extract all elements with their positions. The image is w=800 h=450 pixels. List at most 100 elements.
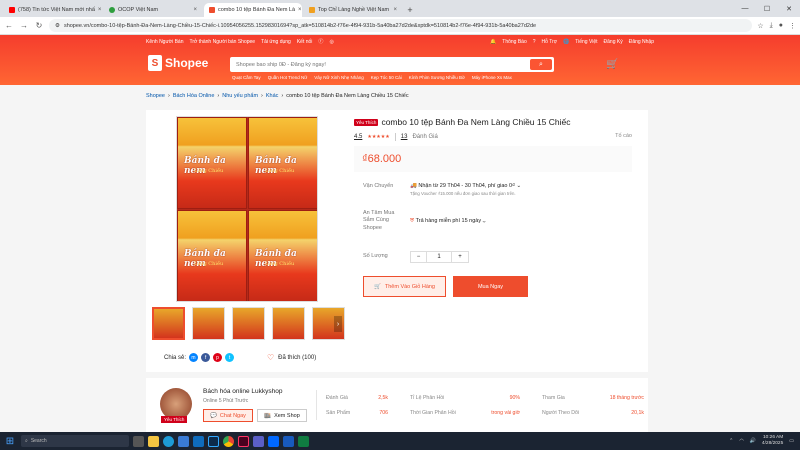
language-select[interactable]: Tiếng Việt [575, 39, 597, 45]
breadcrumb-khac[interactable]: Khác [266, 93, 279, 99]
store-icon: 🏬 [264, 412, 272, 419]
download-app-link[interactable]: Tải ứng dụng [261, 39, 291, 45]
edge-icon[interactable] [163, 435, 174, 447]
url-field[interactable]: ⚙ shopee.vn/combo-10-tệp-Bánh-Đa-Nem-Làn… [49, 19, 753, 32]
login-link[interactable]: Đăng Nhập [629, 39, 654, 45]
photoshop-icon[interactable] [208, 435, 219, 447]
notifications-link[interactable]: Thông Báo [502, 39, 526, 45]
messenger-icon[interactable]: m [189, 353, 199, 362]
excel-icon[interactable] [298, 435, 309, 447]
maximize-icon[interactable]: ☐ [756, 0, 778, 17]
thumbnail[interactable] [232, 307, 265, 340]
wifi-icon[interactable]: ◠ [739, 438, 743, 444]
facebook-icon[interactable]: f [201, 353, 211, 362]
chat-now-button[interactable]: 💬 Chat Ngay [203, 409, 253, 422]
zalo-icon[interactable] [268, 435, 279, 447]
breadcrumb-bach-hoa[interactable]: Bách Hóa Online [173, 93, 215, 99]
task-view-icon[interactable] [133, 435, 144, 447]
product-main-image[interactable]: Bánh đa nem Làng Chiều Bánh đa nem Làng Ch… [176, 116, 318, 302]
cart-icon[interactable]: 🛒 [606, 59, 618, 70]
seller-centre-link[interactable]: Kênh Người Bán [146, 39, 183, 45]
volume-icon[interactable]: 🔊 [750, 438, 756, 444]
keyword-link[interactable]: Máy iPhone Xs Max [472, 75, 512, 80]
download-icon[interactable]: ⤓ [770, 22, 773, 30]
address-bar: ← → ↻ ⚙ shopee.vn/combo-10-tệp-Bánh-Đa-N… [0, 17, 800, 35]
browser-tab[interactable]: OCOP Việt Nam × [104, 3, 202, 17]
menu-icon[interactable]: ⋮ [789, 22, 796, 30]
breadcrumb-shopee[interactable]: Shopee [146, 93, 165, 99]
breadcrumb-nhu-yeu-pham[interactable]: Nhu yếu phẩm [222, 93, 258, 99]
reload-icon[interactable]: ↻ [34, 21, 44, 30]
bookmark-star-icon[interactable]: ☆ [757, 22, 763, 30]
truck-icon: 🚚 [410, 183, 417, 189]
windows-start-icon[interactable]: ⊞ [3, 436, 17, 447]
chevron-up-icon[interactable]: ⌃ [729, 438, 733, 444]
chrome-icon[interactable] [223, 435, 234, 447]
price: ₫68.000 [362, 153, 402, 165]
store-icon[interactable] [178, 435, 189, 447]
instagram-icon[interactable]: ◎ [329, 39, 333, 45]
add-to-cart-button[interactable]: 🛒 Thêm Vào Giỏ Hàng [363, 276, 446, 297]
decrement-button[interactable]: − [410, 251, 427, 263]
clock[interactable]: 10:26 AM 4/28/2025 [762, 435, 783, 447]
new-tab-button[interactable]: + [404, 3, 416, 17]
keyword-link[interactable]: Kính Phim Sương Nhiều Bờ [409, 75, 465, 80]
forward-icon[interactable]: → [19, 21, 29, 30]
support-link[interactable]: Hỗ Trợ [542, 39, 558, 45]
word-icon[interactable] [283, 435, 294, 447]
shop-name[interactable]: Bách hóa online Lukkyshop [203, 388, 283, 395]
keyword-link[interactable]: Quạt Cầm Tay [232, 75, 261, 80]
like-button[interactable]: ♡ Đã thích (100) [267, 353, 316, 362]
close-tab-icon[interactable]: × [98, 7, 102, 13]
become-seller-link[interactable]: Trở thành Người bán Shopee [189, 39, 255, 45]
help-icon[interactable]: ? [533, 39, 536, 45]
keyword-link[interactable]: Váy Nữ Xinh Nhẹ Nhàng [314, 75, 364, 80]
report-link[interactable]: Tố cáo [615, 133, 632, 139]
product-card: Bánh đa nem Làng Chiều Bánh đa nem Làng Ch… [146, 110, 648, 372]
notification-icon[interactable]: ▭ [789, 438, 794, 444]
thumbnail[interactable] [152, 307, 185, 340]
twitter-icon[interactable]: t [225, 353, 235, 362]
taskbar-search[interactable]: ⌕ Search [21, 435, 129, 447]
pinterest-icon[interactable]: p [213, 353, 223, 362]
facebook-icon[interactable]: ⓕ [318, 38, 323, 45]
shipping-info: 🚚 Nhận từ 29 Th04 - 30 Th04, phí giao 0₫… [410, 183, 522, 196]
thumbnail[interactable] [272, 307, 305, 340]
browser-tab[interactable]: (758) Tin tức Việt Nam mới nhấ × [4, 3, 102, 17]
minimize-icon[interactable]: — [734, 0, 756, 17]
rating-value[interactable]: 4.5 [354, 134, 362, 140]
back-icon[interactable]: ← [4, 21, 14, 30]
explorer-icon[interactable] [148, 435, 159, 447]
chevron-down-icon[interactable]: ⌄ [516, 183, 521, 189]
ocop-icon [109, 7, 115, 13]
view-shop-button[interactable]: 🏬 Xem Shop [257, 409, 307, 422]
quantity-label: Số Lượng [363, 253, 388, 259]
register-link[interactable]: Đăng Ký [604, 39, 623, 45]
quantity-input[interactable]: 1 [427, 251, 452, 263]
teams-icon[interactable] [253, 435, 264, 447]
close-tab-icon[interactable]: × [298, 7, 302, 13]
shop-avatar[interactable]: Yêu Thích [160, 388, 192, 423]
search-button[interactable]: ⌕ [530, 59, 552, 70]
close-tab-icon[interactable]: × [193, 7, 197, 13]
close-tab-icon[interactable]: × [393, 7, 397, 13]
keyword-link[interactable]: Kẹp Tóc 50 Cái [371, 75, 402, 80]
increment-button[interactable]: + [452, 251, 469, 263]
site-info-icon[interactable]: ⚙ [55, 23, 60, 29]
buy-now-button[interactable]: Mua Ngay [453, 276, 528, 297]
browser-tab-active[interactable]: combo 10 tệp Bánh Đa Nem Là × [204, 3, 302, 17]
mail-icon[interactable] [193, 435, 204, 447]
profile-icon[interactable]: ● [779, 22, 783, 30]
review-count[interactable]: 13 [401, 134, 408, 140]
keyword-link[interactable]: Quần Hot Trend Nữ [268, 75, 308, 80]
indesign-icon[interactable] [238, 435, 249, 447]
search-input[interactable] [232, 61, 530, 68]
return-policy[interactable]: ⛨ Trả hàng miễn phí 15 ngày ⌄ [410, 218, 486, 225]
browser-tab[interactable]: Top Chỉ Làng Nghề Việt Nam × [304, 3, 402, 17]
shopee-logo[interactable]: S Shopee [148, 55, 208, 71]
close-window-icon[interactable]: ✕ [778, 0, 800, 17]
bell-icon[interactable]: 🔔 [490, 39, 496, 45]
thumbnail[interactable] [192, 307, 225, 340]
globe-icon[interactable]: 🌐 [563, 39, 569, 45]
chevron-right-icon[interactable]: › [334, 316, 342, 332]
